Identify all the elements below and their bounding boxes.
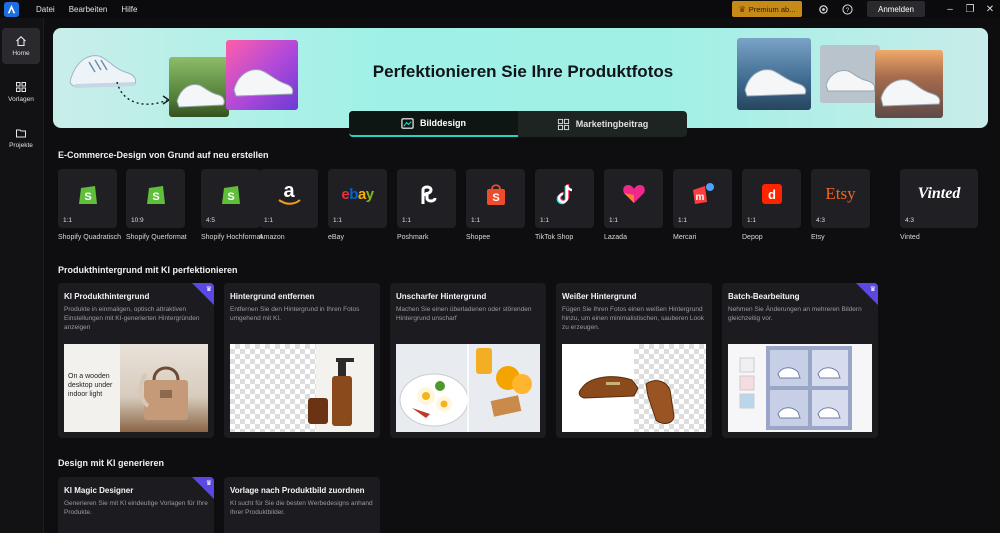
platform-label: Shopee (466, 234, 491, 241)
app-logo (2, 0, 20, 18)
platform-label: Lazada (604, 234, 627, 241)
minimize-icon[interactable]: – (943, 2, 957, 16)
help-icon[interactable]: ? (840, 2, 854, 16)
svg-text:S: S (152, 191, 159, 203)
tab-marketingbeitrag[interactable]: Marketingbeitrag (518, 111, 687, 137)
settings-icon[interactable] (816, 2, 830, 16)
card-hintergrund-entfernen[interactable]: Hintergrund entfernen Entfernen Sie den … (224, 283, 380, 438)
platform-card-tiktok[interactable]: 1:1 (535, 169, 594, 228)
studio-shoe-thumbnail (820, 45, 880, 103)
platform-label: TikTok Shop (535, 234, 574, 241)
platform-label: eBay (328, 234, 344, 241)
platform-label: Shopify Querformat (126, 234, 187, 241)
svg-text:d: d (768, 187, 776, 202)
platform-label: Poshmark (397, 234, 429, 241)
platform-card-shopify-landscape[interactable]: S 10:9 (126, 169, 185, 228)
templates-icon (16, 82, 26, 92)
svg-text:S: S (492, 192, 499, 204)
arrow-icon (116, 81, 171, 105)
poshmark-icon (397, 179, 456, 209)
ai-background-preview: On a wooden desktop under indoor light (64, 344, 208, 432)
card-ki-produkthintergrund[interactable]: KI Produkthintergrund Produkte in einmal… (58, 283, 214, 438)
vinted-icon: Vinted (917, 185, 961, 202)
menu-bar: Datei Bearbeiten Hilfe (36, 5, 137, 14)
shopify-icon: S (201, 179, 260, 209)
login-button[interactable]: Anmelden (867, 1, 925, 17)
lazada-icon (604, 179, 663, 209)
restore-icon[interactable]: ❐ (963, 2, 977, 16)
platform-label: Amazon (259, 234, 285, 241)
depop-icon: d (742, 179, 801, 209)
platform-card-lazada[interactable]: 1:1 (604, 169, 663, 228)
generate-section-title: Design mit KI generieren (58, 458, 165, 468)
sunset-shoe-thumbnail (875, 50, 943, 118)
sidebar-item-vorlagen[interactable]: Vorlagen (2, 74, 40, 110)
svg-text:a: a (283, 180, 295, 202)
menu-datei[interactable]: Datei (36, 5, 55, 14)
grid-icon (557, 118, 569, 130)
mercari-icon: m (673, 179, 732, 209)
platform-card-mercari[interactable]: m 1:1 (673, 169, 732, 228)
svg-text:S: S (227, 191, 234, 203)
crown-icon: ♛ (205, 480, 212, 487)
ecommerce-section-title: E-Commerce-Design von Grund auf neu erst… (58, 150, 269, 160)
menu-hilfe[interactable]: Hilfe (121, 5, 137, 14)
banner-title: Perfektionieren Sie Ihre Produktfotos (372, 62, 674, 81)
card-vorlage-nach-produktbild[interactable]: Vorlage nach Produktbild zuordnen KI suc… (224, 477, 380, 533)
tiktok-icon (535, 179, 594, 209)
image-design-icon (401, 117, 414, 129)
platform-card-amazon[interactable]: a 1:1 (259, 169, 318, 228)
platform-card-poshmark[interactable]: 1:1 (397, 169, 456, 228)
card-weisser-hintergrund[interactable]: Weißer Hintergrund Fügen Sie Ihren Fotos… (556, 283, 712, 438)
card-unscharfer-hintergrund[interactable]: Unscharfer Hintergrund Machen Sie einen … (390, 283, 546, 438)
blur-background-preview (396, 344, 540, 432)
svg-text:S: S (84, 191, 91, 203)
ebay-icon: ebay (341, 185, 374, 203)
folder-icon (16, 129, 26, 138)
platform-label: Vinted (900, 234, 920, 241)
title-bar: Datei Bearbeiten Hilfe ♛ Premium ab... ?… (0, 0, 1000, 18)
crown-icon: ♛ (205, 286, 212, 293)
gradient-shoe-thumbnail (226, 40, 298, 110)
shopify-icon: S (126, 179, 185, 209)
platform-card-depop[interactable]: d 1:1 (742, 169, 801, 228)
menu-bearbeiten[interactable]: Bearbeiten (69, 5, 108, 14)
city-shoe-thumbnail (737, 38, 811, 110)
remove-background-preview (230, 344, 374, 432)
crown-icon: ♛ (869, 286, 876, 293)
sidebar-item-projekte[interactable]: Projekte (2, 120, 40, 156)
white-background-preview (562, 344, 706, 432)
sidebar-item-home[interactable]: Home (2, 28, 40, 64)
design-tabs: Bilddesign Marketingbeitrag (349, 111, 687, 137)
shopify-icon: S (58, 179, 117, 209)
amazon-icon: a (259, 179, 318, 209)
platform-card-etsy[interactable]: Etsy 4:3 (811, 169, 870, 228)
card-ki-magic-designer[interactable]: KI Magic Designer Generieren Sie mit KI … (58, 477, 214, 533)
platform-card-shopee[interactable]: S 1:1 (466, 169, 525, 228)
platform-card-shopify-square[interactable]: S 1:1 (58, 169, 117, 228)
batch-edit-preview (728, 344, 872, 432)
tab-bilddesign[interactable]: Bilddesign (349, 111, 518, 137)
svg-text:m: m (695, 192, 704, 203)
close-icon[interactable]: ✕ (983, 2, 997, 16)
platform-label: Mercari (673, 234, 697, 241)
premium-button[interactable]: ♛ Premium ab... (732, 1, 802, 17)
etsy-icon: Etsy (825, 184, 856, 203)
platform-label: Depop (742, 234, 763, 241)
platform-card-shopify-portrait[interactable]: S 4:5 (201, 169, 260, 228)
platform-label: Shopify Hochformat (201, 234, 263, 241)
home-icon (16, 36, 26, 47)
grass-shoe-thumbnail (169, 57, 229, 117)
sidebar: Home Vorlagen Projekte (0, 18, 44, 533)
shopee-icon: S (466, 179, 525, 209)
crown-icon: ♛ (738, 4, 746, 14)
background-section-title: Produkthintergrund mit KI perfektioniere… (58, 265, 238, 275)
svg-text:?: ? (845, 6, 849, 13)
platform-label: Shopify Quadratisch (58, 234, 122, 241)
platform-card-ebay[interactable]: ebay 1:1 (328, 169, 387, 228)
platform-label: Etsy (811, 234, 825, 241)
card-batch-bearbeitung[interactable]: Batch-Bearbeitung Nehmen Sie Änderungen … (722, 283, 878, 438)
platform-card-vinted[interactable]: Vinted 4:3 (900, 169, 978, 228)
